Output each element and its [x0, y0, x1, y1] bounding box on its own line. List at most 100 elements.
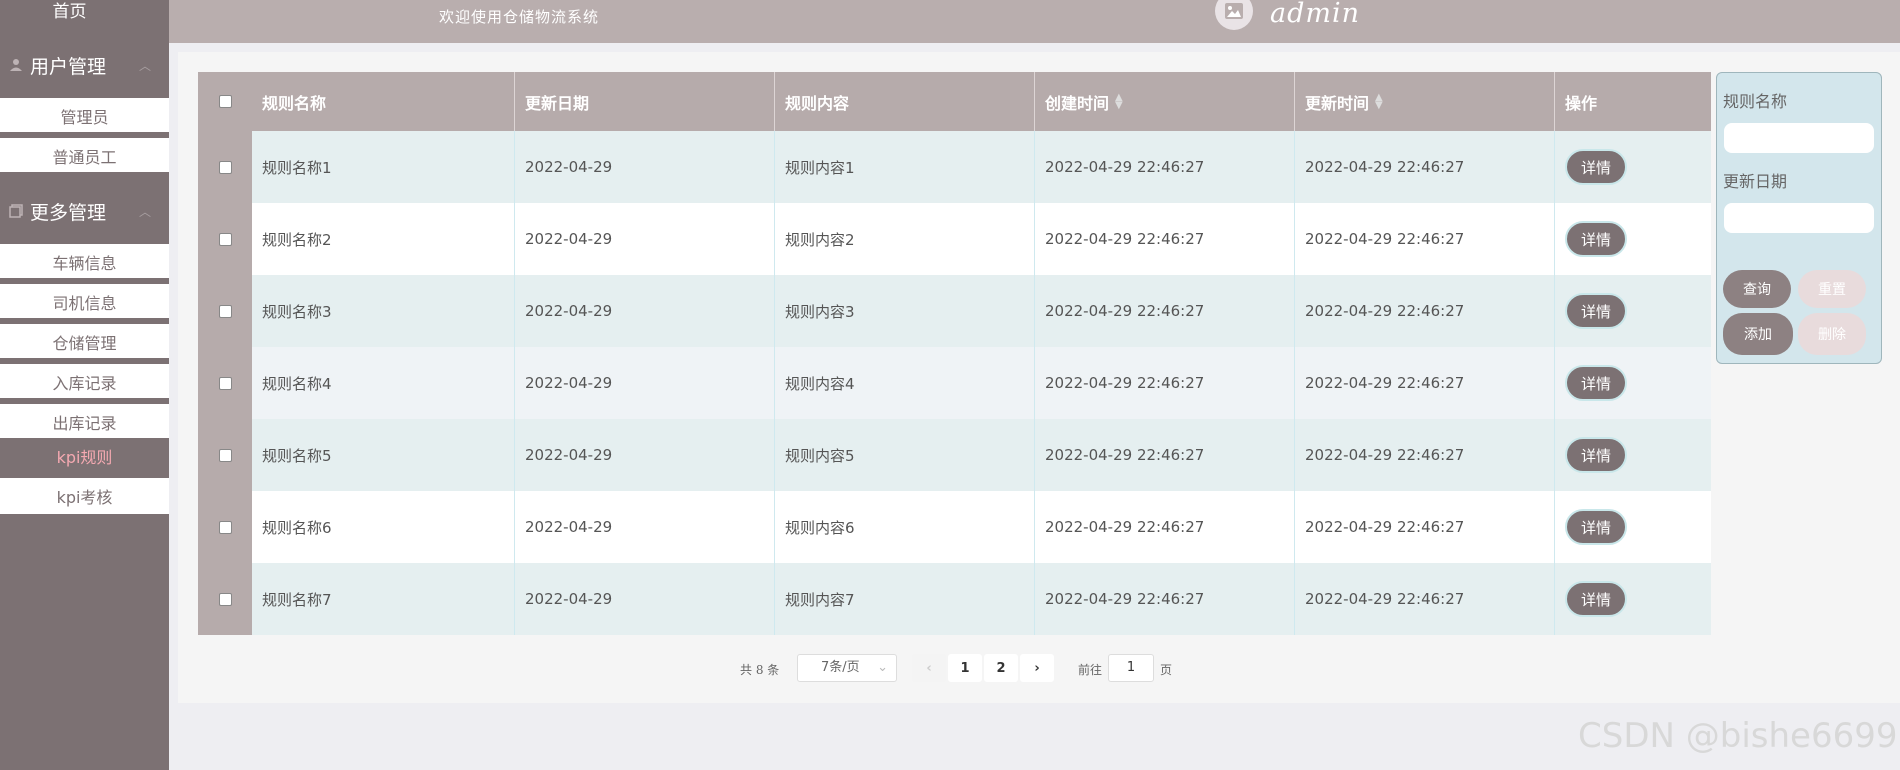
- sort-icon[interactable]: ▲ ▼: [1115, 92, 1123, 110]
- search-panel: 规则名称 更新日期 查询 重置 添加 删除: [1716, 72, 1882, 364]
- cell-content: 规则内容7: [775, 563, 1035, 635]
- cell-created: 2022-04-29 22:46:27: [1035, 275, 1295, 347]
- delete-button[interactable]: 删除: [1798, 313, 1866, 355]
- column-header-updated[interactable]: 更新时间 ▲ ▼: [1295, 72, 1555, 131]
- username[interactable]: admin: [1270, 0, 1360, 29]
- chevron-up-icon: ︿: [138, 58, 151, 73]
- sidebar-item-vehicles[interactable]: 车辆信息: [0, 244, 169, 278]
- table-row: 规则名称5 2022-04-29 规则内容5 2022-04-29 22:46:…: [198, 419, 1711, 491]
- pagination: 共 8 条 7条/页 ⌄ ‹ 1 2 › 前往 1 页: [0, 652, 1900, 682]
- user-icon: [8, 57, 24, 73]
- cell-content: 规则内容4: [775, 347, 1035, 419]
- table-header: 规则名称 更新日期 规则内容 创建时间 ▲ ▼ 更新时间 ▲ ▼ 操作: [198, 72, 1711, 131]
- avatar[interactable]: [1215, 0, 1253, 30]
- cell-created: 2022-04-29 22:46:27: [1035, 563, 1295, 635]
- cell-content: 规则内容6: [775, 491, 1035, 563]
- cell-content: 规则内容5: [775, 419, 1035, 491]
- row-checkbox[interactable]: [218, 520, 232, 534]
- row-checkbox[interactable]: [218, 448, 232, 462]
- row-checkbox[interactable]: [218, 592, 232, 606]
- sidebar-item-kpi-rules[interactable]: kpi规则: [0, 438, 169, 478]
- cell-updated: 2022-04-29 22:46:27: [1295, 419, 1555, 491]
- image-icon: [1225, 3, 1243, 19]
- chevron-up-icon: ︿: [138, 204, 151, 219]
- page-1-button[interactable]: 1: [948, 654, 982, 682]
- page-2-button[interactable]: 2: [984, 654, 1018, 682]
- sidebar-item-home[interactable]: 首页: [0, 0, 169, 26]
- sidebar-item-staff[interactable]: 普通员工: [0, 138, 169, 172]
- sidebar-item-outbound[interactable]: 出库记录: [0, 404, 169, 438]
- chevron-left-icon: ‹: [926, 660, 932, 676]
- cell-updated: 2022-04-29 22:46:27: [1295, 347, 1555, 419]
- sidebar-group-user-management[interactable]: 用户管理 ︿: [0, 32, 169, 98]
- cell-action: 详情: [1555, 419, 1711, 491]
- cell-updated: 2022-04-29 22:46:27: [1295, 131, 1555, 203]
- next-page-button[interactable]: ›: [1020, 654, 1054, 682]
- rules-table: 规则名称 更新日期 规则内容 创建时间 ▲ ▼ 更新时间 ▲ ▼ 操作 规则名称1 20…: [198, 72, 1711, 635]
- sidebar-item-inbound[interactable]: 入库记录: [0, 364, 169, 398]
- cell-date: 2022-04-29: [515, 275, 775, 347]
- cell-name: 规则名称7: [252, 563, 515, 635]
- goto-page-input[interactable]: 1: [1108, 654, 1154, 682]
- rule-name-label: 规则名称: [1723, 92, 1788, 111]
- prev-page-button[interactable]: ‹: [912, 654, 946, 682]
- cell-date: 2022-04-29: [515, 563, 775, 635]
- sidebar-group-label: 用户管理: [30, 55, 107, 78]
- row-select-cell: [198, 203, 252, 275]
- sort-icon[interactable]: ▲ ▼: [1375, 92, 1383, 110]
- row-checkbox[interactable]: [218, 304, 232, 318]
- detail-button[interactable]: 详情: [1565, 149, 1627, 185]
- row-checkbox[interactable]: [218, 232, 232, 246]
- table-row: 规则名称7 2022-04-29 规则内容7 2022-04-29 22:46:…: [198, 563, 1711, 635]
- chevron-right-icon: ›: [1034, 660, 1040, 676]
- cell-date: 2022-04-29: [515, 131, 775, 203]
- table-row: 规则名称3 2022-04-29 规则内容3 2022-04-29 22:46:…: [198, 275, 1711, 347]
- cell-name: 规则名称6: [252, 491, 515, 563]
- detail-button[interactable]: 详情: [1565, 509, 1627, 545]
- cell-content: 规则内容1: [775, 131, 1035, 203]
- cell-content: 规则内容2: [775, 203, 1035, 275]
- pagination-total: 共 8 条: [740, 663, 780, 677]
- cell-name: 规则名称2: [252, 203, 515, 275]
- sidebar-item-warehouse[interactable]: 仓储管理: [0, 324, 169, 358]
- query-button[interactable]: 查询: [1723, 270, 1791, 308]
- rule-name-input[interactable]: [1724, 123, 1874, 153]
- cell-name: 规则名称4: [252, 347, 515, 419]
- sidebar-group-more-management[interactable]: 更多管理 ︿: [0, 178, 169, 244]
- page-unit-label: 页: [1160, 663, 1173, 677]
- add-button[interactable]: 添加: [1723, 313, 1793, 355]
- sidebar-item-admin[interactable]: 管理员: [0, 98, 169, 132]
- page-size-select[interactable]: 7条/页 ⌄: [797, 654, 897, 682]
- sidebar-item-drivers[interactable]: 司机信息: [0, 284, 169, 318]
- welcome-text: 欢迎使用仓储物流系统: [439, 8, 600, 26]
- cell-action: 详情: [1555, 131, 1711, 203]
- row-checkbox[interactable]: [218, 376, 232, 390]
- chevron-down-icon: ⌄: [877, 660, 888, 675]
- cell-updated: 2022-04-29 22:46:27: [1295, 491, 1555, 563]
- detail-button[interactable]: 详情: [1565, 365, 1627, 401]
- detail-button[interactable]: 详情: [1565, 437, 1627, 473]
- cell-action: 详情: [1555, 203, 1711, 275]
- cell-content: 规则内容3: [775, 275, 1035, 347]
- cell-action: 详情: [1555, 563, 1711, 635]
- cell-date: 2022-04-29: [515, 491, 775, 563]
- update-date-input[interactable]: [1724, 203, 1874, 233]
- row-checkbox[interactable]: [218, 160, 232, 174]
- detail-button[interactable]: 详情: [1565, 581, 1627, 617]
- top-header: 欢迎使用仓储物流系统 admin: [169, 0, 1900, 43]
- select-all-cell: [198, 72, 252, 131]
- table-row: 规则名称4 2022-04-29 规则内容4 2022-04-29 22:46:…: [198, 347, 1711, 419]
- column-header-action: 操作: [1565, 93, 1598, 113]
- row-select-cell: [198, 563, 252, 635]
- detail-button[interactable]: 详情: [1565, 221, 1627, 257]
- row-select-cell: [198, 419, 252, 491]
- reset-button[interactable]: 重置: [1798, 270, 1866, 308]
- detail-button[interactable]: 详情: [1565, 293, 1627, 329]
- table-row: 规则名称6 2022-04-29 规则内容6 2022-04-29 22:46:…: [198, 491, 1711, 563]
- column-header-created[interactable]: 创建时间 ▲ ▼: [1035, 72, 1295, 131]
- column-header-date: 更新日期: [515, 72, 775, 131]
- cell-updated: 2022-04-29 22:46:27: [1295, 563, 1555, 635]
- sidebar-item-kpi-assessment[interactable]: kpi考核: [0, 478, 169, 514]
- table-row: 规则名称1 2022-04-29 规则内容1 2022-04-29 22:46:…: [198, 131, 1711, 203]
- select-all-checkbox[interactable]: [218, 95, 232, 108]
